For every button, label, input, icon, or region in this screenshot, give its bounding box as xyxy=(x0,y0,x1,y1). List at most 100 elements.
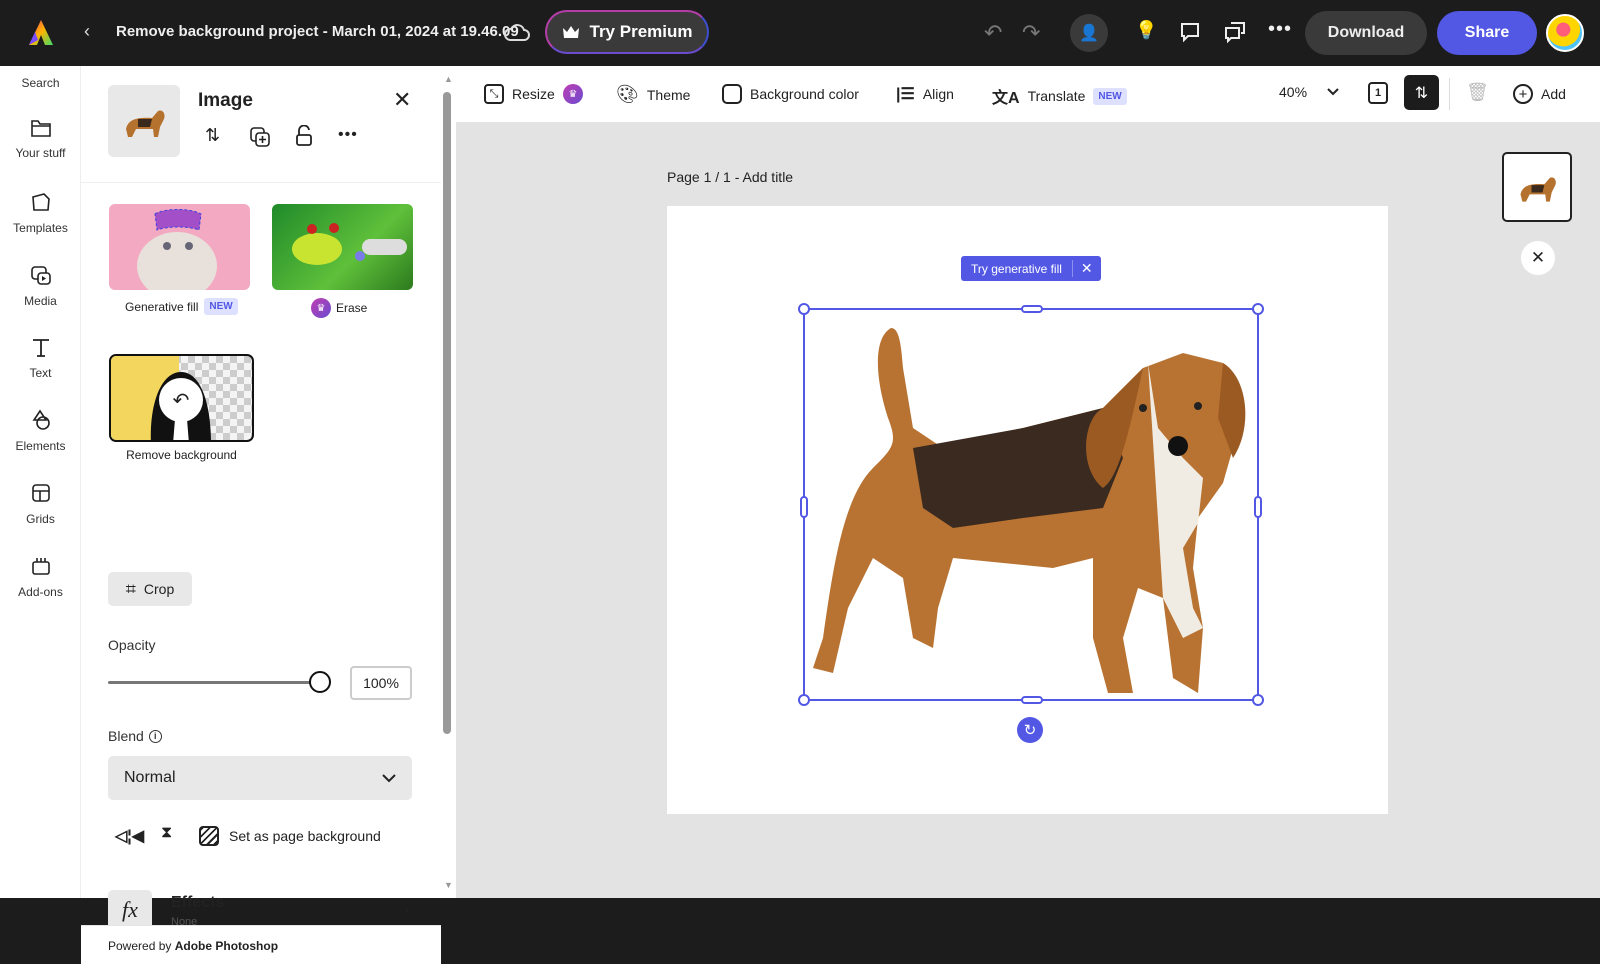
download-button[interactable]: Download xyxy=(1305,11,1427,55)
duplicate-icon[interactable] xyxy=(249,126,271,148)
erase-label[interactable]: ♛ Erase xyxy=(311,298,367,318)
replace-image-icon[interactable]: ⇅ xyxy=(205,125,220,146)
resize-handle-top-right[interactable] xyxy=(1252,303,1264,315)
grids-icon xyxy=(31,484,50,502)
effects-icon: fx xyxy=(108,890,152,930)
try-generative-fill-button[interactable]: Try generative fill xyxy=(961,262,1072,276)
panel-scrollbar[interactable] xyxy=(443,92,451,734)
addons-icon xyxy=(31,558,50,575)
unlock-icon[interactable] xyxy=(295,125,313,147)
lightbulb-icon[interactable]: 💡 xyxy=(1135,20,1157,41)
align-button[interactable]: |☰ Align xyxy=(896,84,954,104)
scroll-down-arrow[interactable]: ▼ xyxy=(444,880,453,890)
crown-icon xyxy=(562,26,579,38)
rail-item-add-ons[interactable]: Add-ons xyxy=(0,555,81,599)
close-thumbnails-icon[interactable]: ✕ xyxy=(1521,241,1555,275)
blend-label: Blend i xyxy=(108,728,162,744)
image-properties-panel: Image ✕ ⇅ ••• Generative fill NEW ♛ Erase… xyxy=(81,66,456,964)
text-icon xyxy=(32,339,49,357)
blend-mode-dropdown[interactable]: Normal xyxy=(108,756,412,800)
undo-icon[interactable]: ↶ xyxy=(984,20,1002,46)
rail-item-elements[interactable]: Elements xyxy=(0,409,81,453)
chevron-right-icon[interactable]: › xyxy=(404,901,409,919)
delete-icon[interactable]: 🗑︎ xyxy=(1466,82,1489,103)
rail-item-media[interactable]: Media xyxy=(0,264,81,308)
theme-button[interactable]: 🎨︎ Theme xyxy=(616,84,690,105)
image-thumbnail xyxy=(108,85,180,157)
background-color-swatch xyxy=(722,84,742,104)
set-as-page-background-button[interactable]: Set as page background xyxy=(199,826,381,846)
undo-remove-background-icon[interactable]: ↶ xyxy=(159,378,203,422)
resize-handle-bottom-left[interactable] xyxy=(798,694,810,706)
rotate-handle-icon[interactable]: ↻ xyxy=(1017,717,1043,743)
rail-search[interactable]: Search xyxy=(0,76,81,90)
generative-fill-chip[interactable]: Try generative fill ✕ xyxy=(961,256,1101,281)
add-title-link[interactable]: Add title xyxy=(743,169,794,185)
add-button[interactable]: + Add xyxy=(1513,84,1566,104)
project-title[interactable]: Remove background project - March 01, 20… xyxy=(116,23,519,40)
invite-user-icon[interactable]: 👤 xyxy=(1070,14,1108,52)
opacity-slider-track[interactable] xyxy=(108,681,321,684)
flip-horizontal-icon[interactable]: ◁¦◀ xyxy=(115,826,144,846)
chevron-down-icon xyxy=(1327,88,1339,96)
opacity-slider-handle[interactable] xyxy=(309,671,331,693)
plus-icon: + xyxy=(1513,84,1533,104)
try-premium-button[interactable]: Try Premium xyxy=(545,10,709,54)
page-thumbnail[interactable] xyxy=(1502,152,1572,222)
divider xyxy=(81,182,441,183)
resize-button[interactable]: ⤡ Resize ♛ xyxy=(484,84,583,104)
resize-handle-bottom[interactable] xyxy=(1021,696,1043,704)
resize-handle-top[interactable] xyxy=(1021,305,1043,313)
resize-icon: ⤡ xyxy=(484,84,504,104)
opacity-label: Opacity xyxy=(108,637,156,653)
crop-button[interactable]: ⌗ Crop xyxy=(108,572,192,606)
resize-handle-right[interactable] xyxy=(1254,496,1262,518)
premium-crown-icon: ♛ xyxy=(562,84,583,104)
adobe-express-logo[interactable] xyxy=(26,18,56,48)
resize-handle-top-left[interactable] xyxy=(798,303,810,315)
translate-button[interactable]: 文A Translate NEW xyxy=(992,84,1127,108)
zoom-dropdown[interactable]: 40% xyxy=(1279,84,1339,100)
more-options-icon[interactable]: ••• xyxy=(338,126,358,144)
pages-icon[interactable]: 1 xyxy=(1368,82,1388,104)
crop-icon: ⌗ xyxy=(125,578,136,599)
scroll-up-arrow[interactable]: ▲ xyxy=(444,74,453,84)
selection-box[interactable] xyxy=(798,303,1264,706)
generative-fill-label[interactable]: Generative fill NEW xyxy=(125,298,238,315)
rail-item-grids[interactable]: Grids xyxy=(0,482,81,526)
close-panel-icon[interactable]: ✕ xyxy=(393,87,411,113)
close-chip-icon[interactable]: ✕ xyxy=(1071,260,1101,277)
avatar[interactable] xyxy=(1546,14,1584,52)
rail-item-text[interactable]: Text xyxy=(0,336,81,380)
background-color-button[interactable]: Background color xyxy=(722,84,859,104)
translate-icon: 文A xyxy=(992,90,1020,107)
rail-item-templates[interactable]: Templates xyxy=(0,191,81,235)
powered-by: Powered by Adobe Photoshop xyxy=(81,926,441,964)
chat-icon[interactable] xyxy=(1223,21,1247,43)
rail-item-your-stuff[interactable]: Your stuff xyxy=(0,118,81,160)
dog-thumbnail-image xyxy=(1520,177,1556,202)
opacity-input[interactable]: 100% xyxy=(350,666,412,700)
resize-handle-left[interactable] xyxy=(800,496,808,518)
layers-icon[interactable]: ⇅ xyxy=(1404,75,1439,110)
resize-handle-bottom-right[interactable] xyxy=(1252,694,1264,706)
divider xyxy=(1449,78,1450,110)
comment-icon[interactable] xyxy=(1179,21,1201,43)
chevron-down-icon xyxy=(382,773,396,782)
flip-vertical-icon[interactable]: ⧗ xyxy=(161,824,172,842)
cloud-icon[interactable] xyxy=(504,22,530,42)
erase-tile[interactable] xyxy=(272,204,413,290)
generative-fill-tile[interactable] xyxy=(109,204,250,290)
back-chevron-icon[interactable]: ‹ xyxy=(84,21,90,42)
info-icon[interactable]: i xyxy=(148,729,162,743)
remove-background-tile[interactable]: ↶ xyxy=(109,354,254,442)
frog-image xyxy=(292,223,407,265)
effects-title[interactable]: Effects xyxy=(171,894,224,912)
redo-icon[interactable]: ↷ xyxy=(1022,20,1040,46)
templates-icon xyxy=(31,193,50,211)
panel-title: Image xyxy=(198,90,253,111)
page-label: Page 1 / 1 - Add title xyxy=(667,169,794,185)
more-icon[interactable]: ••• xyxy=(1268,18,1292,41)
share-button[interactable]: Share xyxy=(1437,11,1537,55)
left-rail: Search Your stuff Templates Media Text E… xyxy=(0,66,81,898)
